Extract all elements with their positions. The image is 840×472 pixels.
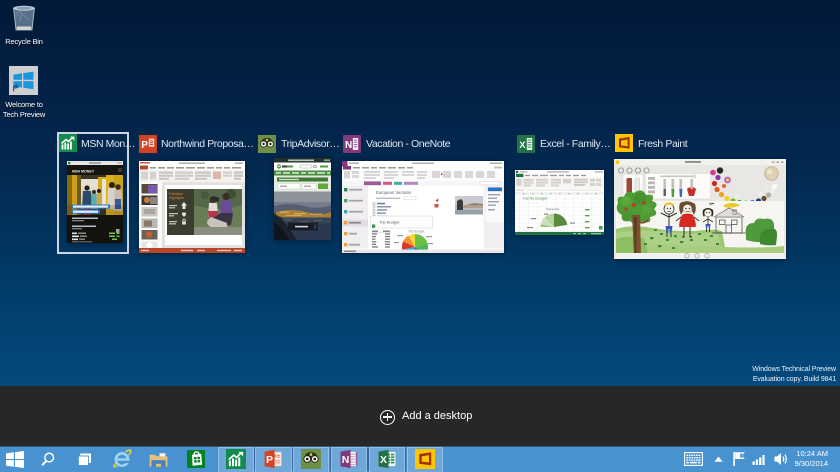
svg-text:Trip Budget: Trip Budget bbox=[408, 230, 424, 234]
svg-text:Categories: Categories bbox=[546, 207, 560, 211]
svg-text:Trip Budget: Trip Budget bbox=[379, 220, 400, 225]
svg-text:Family Budget: Family Budget bbox=[523, 197, 548, 201]
svg-text:Highlights: Highlights bbox=[169, 196, 184, 200]
svg-text:European Vacation: European Vacation bbox=[376, 190, 412, 195]
svg-text:MSN MONEY: MSN MONEY bbox=[72, 170, 95, 174]
